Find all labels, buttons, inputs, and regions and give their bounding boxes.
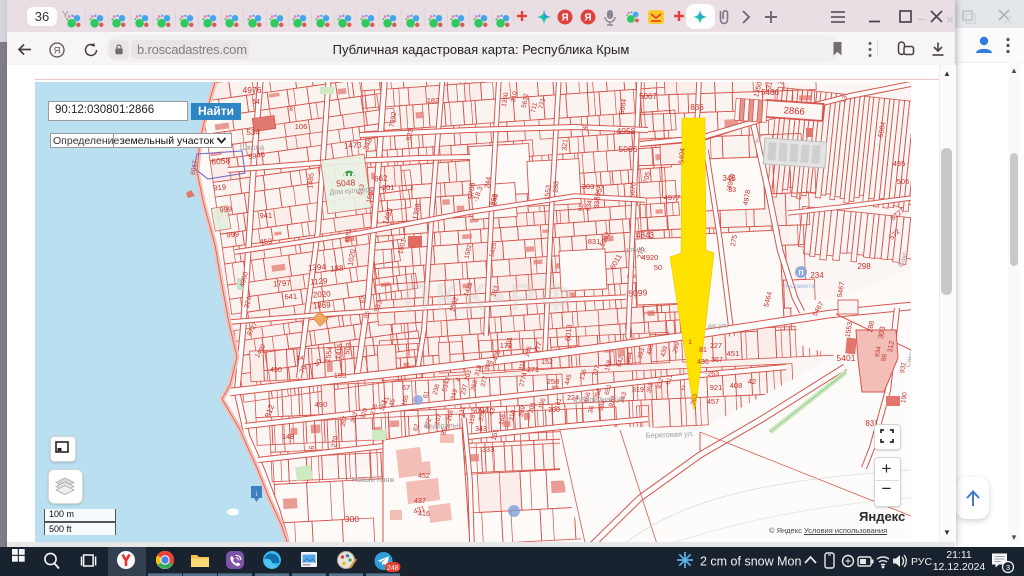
svg-text:451: 451 <box>727 349 740 358</box>
svg-text:506: 506 <box>897 177 910 186</box>
svg-text:152: 152 <box>541 359 553 366</box>
svg-text:188: 188 <box>330 264 344 274</box>
svg-text:200: 200 <box>548 407 560 414</box>
svg-text:Береговая ул.: Береговая ул. <box>646 429 695 440</box>
svg-text:343: 343 <box>475 426 487 433</box>
svg-text:4976: 4976 <box>243 85 262 95</box>
svg-text:1473: 1473 <box>344 140 363 150</box>
svg-text:81: 81 <box>699 347 707 354</box>
svg-text:258: 258 <box>547 377 560 386</box>
svg-text:2: 2 <box>681 385 685 392</box>
svg-text:5099: 5099 <box>628 287 648 298</box>
svg-text:ая ул.: ая ул. <box>708 321 729 331</box>
svg-text:408: 408 <box>730 381 743 390</box>
svg-text:919: 919 <box>213 182 226 192</box>
svg-text:495: 495 <box>893 159 906 168</box>
svg-text:1129: 1129 <box>310 276 328 286</box>
svg-text:21:11: 21:11 <box>946 549 972 561</box>
svg-text:831: 831 <box>588 237 601 246</box>
svg-text:416: 416 <box>418 511 430 518</box>
svg-text:321: 321 <box>562 139 570 151</box>
svg-text:172: 172 <box>500 341 513 350</box>
svg-text:298: 298 <box>857 262 871 271</box>
svg-text:534: 534 <box>246 128 260 137</box>
svg-text:1869: 1869 <box>313 300 332 310</box>
svg-text:490: 490 <box>315 400 328 409</box>
svg-text:248: 248 <box>387 565 399 572</box>
svg-text:367: 367 <box>711 357 723 364</box>
svg-text:5401: 5401 <box>837 353 856 363</box>
svg-text:РУС: РУС <box>911 556 932 568</box>
svg-text:457: 457 <box>707 397 720 406</box>
svg-text:12.12.2024: 12.12.2024 <box>933 561 986 573</box>
svg-text:819: 819 <box>632 387 644 394</box>
svg-text:641: 641 <box>284 292 297 302</box>
svg-text:333: 333 <box>482 447 494 454</box>
svg-text:182: 182 <box>427 96 440 105</box>
svg-text:Каламита: Каламита <box>785 283 815 290</box>
svg-text:999: 999 <box>219 204 232 214</box>
svg-text:5404: 5404 <box>678 148 686 164</box>
svg-text:303: 303 <box>582 182 595 191</box>
svg-text:459: 459 <box>259 237 272 247</box>
svg-text:227: 227 <box>710 343 722 350</box>
svg-text:288: 288 <box>553 181 561 193</box>
svg-text:1553: 1553 <box>544 185 552 201</box>
svg-text:Я: Я <box>561 13 568 24</box>
svg-text:836: 836 <box>690 103 704 112</box>
svg-text:36: 36 <box>582 126 589 132</box>
svg-text:6013: 6013 <box>563 324 573 341</box>
svg-text:67: 67 <box>402 383 410 392</box>
svg-text:2866: 2866 <box>783 105 805 117</box>
svg-text:-263: -263 <box>705 371 719 378</box>
svg-text:300: 300 <box>345 514 359 524</box>
svg-text:5066: 5066 <box>619 144 638 154</box>
svg-text:4977: 4977 <box>664 193 681 202</box>
svg-text:5708: 5708 <box>466 182 476 199</box>
svg-text:Школа: Школа <box>240 143 265 152</box>
svg-text:2 cm of snow Mon: 2 cm of snow Mon <box>700 555 801 569</box>
svg-text:490: 490 <box>270 367 282 374</box>
svg-text:437: 437 <box>414 498 426 505</box>
svg-text:рячок: рячок <box>626 245 646 254</box>
svg-text:999: 999 <box>226 229 239 239</box>
svg-text:5067: 5067 <box>639 92 657 101</box>
svg-text:4843: 4843 <box>636 231 654 240</box>
svg-text:Новый пляж: Новый пляж <box>352 475 395 484</box>
svg-text:3: 3 <box>1006 563 1010 572</box>
svg-text:2020: 2020 <box>313 289 332 299</box>
svg-text:64: 64 <box>252 99 260 106</box>
svg-text:452: 452 <box>418 473 430 480</box>
svg-text:Я: Я <box>584 13 591 24</box>
svg-text:941: 941 <box>259 211 272 221</box>
svg-text:662: 662 <box>374 174 388 184</box>
svg-text:1485: 1485 <box>307 173 315 189</box>
svg-text:921: 921 <box>710 383 723 392</box>
svg-text:106: 106 <box>295 122 308 131</box>
svg-text:П: П <box>798 270 803 277</box>
svg-text:1394: 1394 <box>308 262 327 272</box>
svg-text:771: 771 <box>790 69 801 82</box>
svg-text:148: 148 <box>282 432 295 441</box>
svg-text:14: 14 <box>296 355 304 362</box>
svg-text:234: 234 <box>810 271 824 280</box>
svg-text:155: 155 <box>334 371 347 380</box>
svg-text:1797: 1797 <box>273 278 292 288</box>
svg-text:4958: 4958 <box>617 126 636 136</box>
svg-text:-201: -201 <box>379 183 394 192</box>
svg-text:50: 50 <box>654 263 662 272</box>
svg-text:8: 8 <box>289 106 293 113</box>
svg-text:5432: 5432 <box>803 65 815 80</box>
svg-text:↓: ↓ <box>255 489 259 498</box>
svg-text:Юбилейная ул.: Юбилейная ул. <box>573 394 627 405</box>
svg-text:Федеральн: Федеральн <box>424 422 461 430</box>
svg-text:271: 271 <box>527 367 539 374</box>
svg-text:436: 436 <box>697 359 709 366</box>
svg-text:42: 42 <box>748 377 756 386</box>
svg-text:ПКК•РФ: ПКК•РФ <box>403 277 577 319</box>
svg-text:6058: 6058 <box>211 155 231 166</box>
svg-text:5070: 5070 <box>629 182 637 198</box>
svg-text:5486: 5486 <box>761 88 779 97</box>
svg-text:1: 1 <box>688 339 692 346</box>
